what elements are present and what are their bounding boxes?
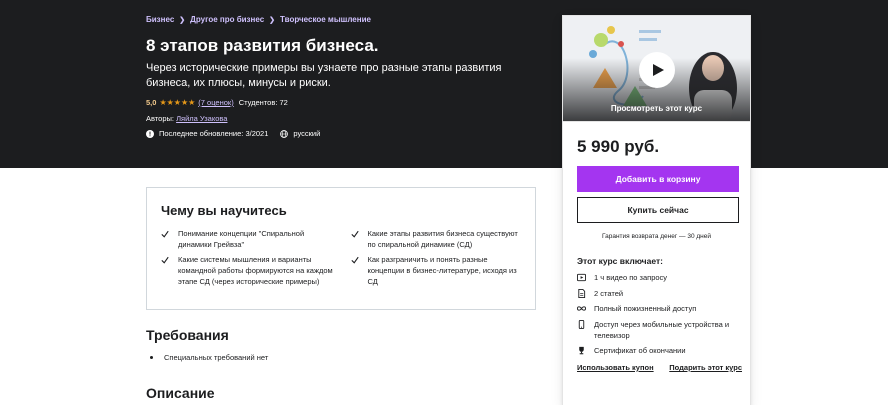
alert-badge-icon [146, 129, 154, 138]
star-rating-icon: ★★★★★ [159, 98, 196, 107]
check-icon [350, 230, 359, 238]
play-button[interactable] [639, 52, 675, 88]
breadcrumb-item-other-business[interactable]: Другое про бизнес [190, 15, 264, 24]
list-item: 1 ч видео по запросу [577, 272, 742, 283]
requirement-text: Специальных требований нет [164, 353, 269, 362]
breadcrumb-item-business[interactable]: Бизнес [146, 15, 174, 24]
play-icon [653, 64, 664, 76]
money-back-guarantee: Гарантия возврата денег — 30 дней [601, 233, 712, 240]
what-you-will-learn: Чему вы научитесь Понимание концепции "С… [146, 187, 536, 310]
list-item: Понимание концепции "Спиральной динамики… [161, 228, 337, 250]
add-to-cart-button[interactable]: Добавить в корзину [577, 166, 739, 192]
list-item: Полный пожизненный доступ [577, 303, 742, 314]
includes-list: 1 ч видео по запросу 2 статей Полный пож… [577, 272, 742, 361]
includes-title: Этот курс включает: [577, 256, 663, 266]
course-title: 8 этапов развития бизнеса. [146, 36, 379, 55]
gift-course-link[interactable]: Подарить этот курс [669, 363, 742, 372]
include-text: 2 статей [594, 288, 624, 298]
globe-icon [280, 129, 289, 138]
learn-item-text: Понимание концепции "Спиральной динамики… [178, 229, 305, 249]
preview-label[interactable]: Просмотреть этот курс [563, 104, 750, 113]
learn-item-text: Какие этапы развития бизнеса существуют … [367, 229, 518, 249]
rating-number: 5,0 [146, 98, 157, 107]
check-icon [161, 230, 169, 238]
language-label: русский [293, 129, 321, 138]
meta-row: Последнее обновление: 3/2021 русский [146, 129, 320, 138]
breadcrumb: Бизнес ❯ Другое про бизнес ❯ Творческое … [146, 15, 371, 24]
list-item: Доступ через мобильные устройства и теле… [577, 319, 742, 341]
authors-row: Авторы: Ляйла Узакова [146, 114, 227, 123]
course-hero: Бизнес ❯ Другое про бизнес ❯ Творческое … [0, 0, 888, 168]
language-info: русский [280, 129, 320, 138]
course-purchase-card: Просмотреть этот курс 5 990 руб. Добавит… [562, 15, 751, 405]
bullet-icon [150, 356, 153, 359]
breadcrumb-item-creative-thinking[interactable]: Творческое мышление [280, 15, 371, 24]
trophy-icon [579, 346, 584, 355]
students-count: Студентов: 72 [238, 98, 288, 107]
reviews-link[interactable]: (7 оценок) [198, 98, 233, 107]
apply-coupon-link[interactable]: Использовать купон [577, 363, 654, 372]
mobile-icon [578, 319, 585, 329]
include-text: Сертификат об окончании [594, 346, 686, 355]
card-links: Использовать купон Подарить этот курс [577, 363, 742, 372]
learn-item-text: Как разграничить и понять разные концепц… [367, 255, 517, 286]
list-item: 2 статей [577, 288, 742, 299]
author-link[interactable]: Ляйла Узакова [176, 114, 227, 123]
video-icon [577, 273, 586, 282]
course-price: 5 990 руб. [577, 137, 660, 156]
chevron-right-icon: ❯ [179, 16, 186, 24]
include-text: Полный пожизненный доступ [594, 304, 697, 313]
check-icon [350, 256, 359, 264]
course-preview[interactable]: Просмотреть этот курс [563, 16, 750, 122]
authors-label: Авторы: [146, 114, 174, 123]
requirements-title: Требования [146, 327, 229, 343]
include-text: 1 ч видео по запросу [594, 273, 668, 282]
list-item: Какие этапы развития бизнеса существуют … [350, 228, 527, 250]
list-item: Сертификат об окончании [577, 345, 742, 356]
last-updated: Последнее обновление: 3/2021 [159, 129, 269, 138]
check-icon [161, 256, 169, 264]
chevron-right-icon: ❯ [269, 16, 276, 24]
list-item: Специальных требований нет [150, 353, 268, 362]
include-text: Доступ через мобильные устройства и теле… [594, 319, 730, 340]
learn-grid: Понимание концепции "Спиральной динамики… [161, 228, 526, 287]
list-item: Как разграничить и понять разные концепц… [350, 254, 527, 287]
rating-row: 5,0 ★★★★★ (7 оценок) Студентов: 72 [146, 98, 288, 107]
course-subtitle: Через исторические примеры вы узнаете пр… [146, 62, 502, 89]
learn-title: Чему вы научитесь [161, 203, 287, 218]
buy-now-button[interactable]: Купить сейчас [577, 197, 739, 223]
description-title: Описание [146, 385, 215, 401]
file-icon [578, 288, 586, 298]
list-item: Какие системы мышления и варианты команд… [161, 254, 337, 287]
infinity-icon [577, 306, 586, 311]
learn-item-text: Какие системы мышления и варианты команд… [178, 255, 333, 286]
